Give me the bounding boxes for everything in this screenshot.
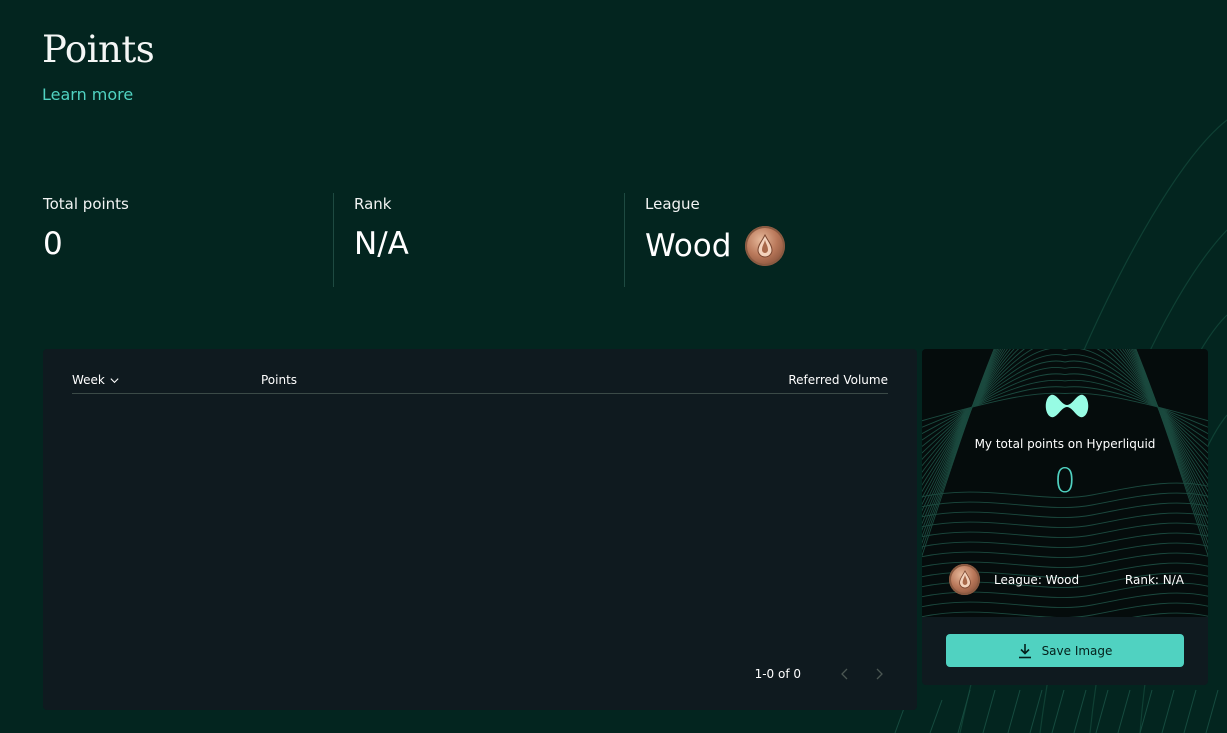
contour-line xyxy=(922,542,1208,558)
contour-line xyxy=(922,602,1208,617)
stat-divider xyxy=(624,193,625,287)
chevron-down-icon xyxy=(110,377,119,383)
share-rank-text: Rank: N/A xyxy=(1124,573,1184,587)
share-caption: My total points on Hyperliquid xyxy=(974,437,1156,451)
contour-line xyxy=(922,512,1208,528)
next-page-button[interactable] xyxy=(871,666,887,682)
total-points-value: 0 xyxy=(43,226,63,262)
share-card: My total points on Hyperliquid 0 League:… xyxy=(922,349,1208,685)
column-points-label: Points xyxy=(261,373,298,387)
table-header: Week Points Referred Volume xyxy=(72,373,888,394)
share-points-value: 0 xyxy=(1054,461,1076,501)
contour-line xyxy=(922,349,1208,545)
rank-label: Rank xyxy=(354,195,392,213)
contour-line xyxy=(922,522,1208,538)
pagination: 1-0 of 0 xyxy=(755,664,887,684)
rank-value: N/A xyxy=(354,226,409,262)
league-value: Wood xyxy=(645,228,732,264)
share-league-text: League: Wood xyxy=(994,573,1080,587)
share-card-image: My total points on Hyperliquid 0 League:… xyxy=(922,349,1208,617)
contour-line xyxy=(922,592,1208,608)
chevron-right-icon xyxy=(876,668,883,680)
total-points-label: Total points xyxy=(43,195,129,213)
column-week-sort[interactable]: Week xyxy=(72,373,120,387)
contour-line xyxy=(922,532,1208,548)
hyperliquid-logo-icon xyxy=(1045,394,1089,418)
pagination-range: 1-0 of 0 xyxy=(754,667,801,681)
column-referred-volume-label: Referred Volume xyxy=(788,373,888,387)
download-icon xyxy=(1018,643,1031,658)
prev-page-button[interactable] xyxy=(837,666,853,682)
learn-more-link[interactable]: Learn more xyxy=(42,85,133,104)
wood-league-badge-icon xyxy=(949,564,980,595)
contour-line xyxy=(922,502,1208,518)
save-image-button[interactable]: Save Image xyxy=(946,634,1184,667)
contour-line xyxy=(1132,612,1208,617)
stats-row: Total points 0 Rank N/A League Wood xyxy=(0,193,940,287)
points-history-table: Week Points Referred Volume 1-0 of 0 xyxy=(43,349,917,710)
chevron-left-icon xyxy=(841,668,848,680)
column-week-label: Week xyxy=(72,373,105,387)
page-title: Points xyxy=(42,28,155,71)
save-image-label: Save Image xyxy=(1041,643,1113,658)
league-label: League xyxy=(645,195,700,213)
league-value-row: Wood xyxy=(645,226,786,266)
wood-league-badge-icon xyxy=(745,226,786,266)
stat-divider xyxy=(333,193,334,287)
